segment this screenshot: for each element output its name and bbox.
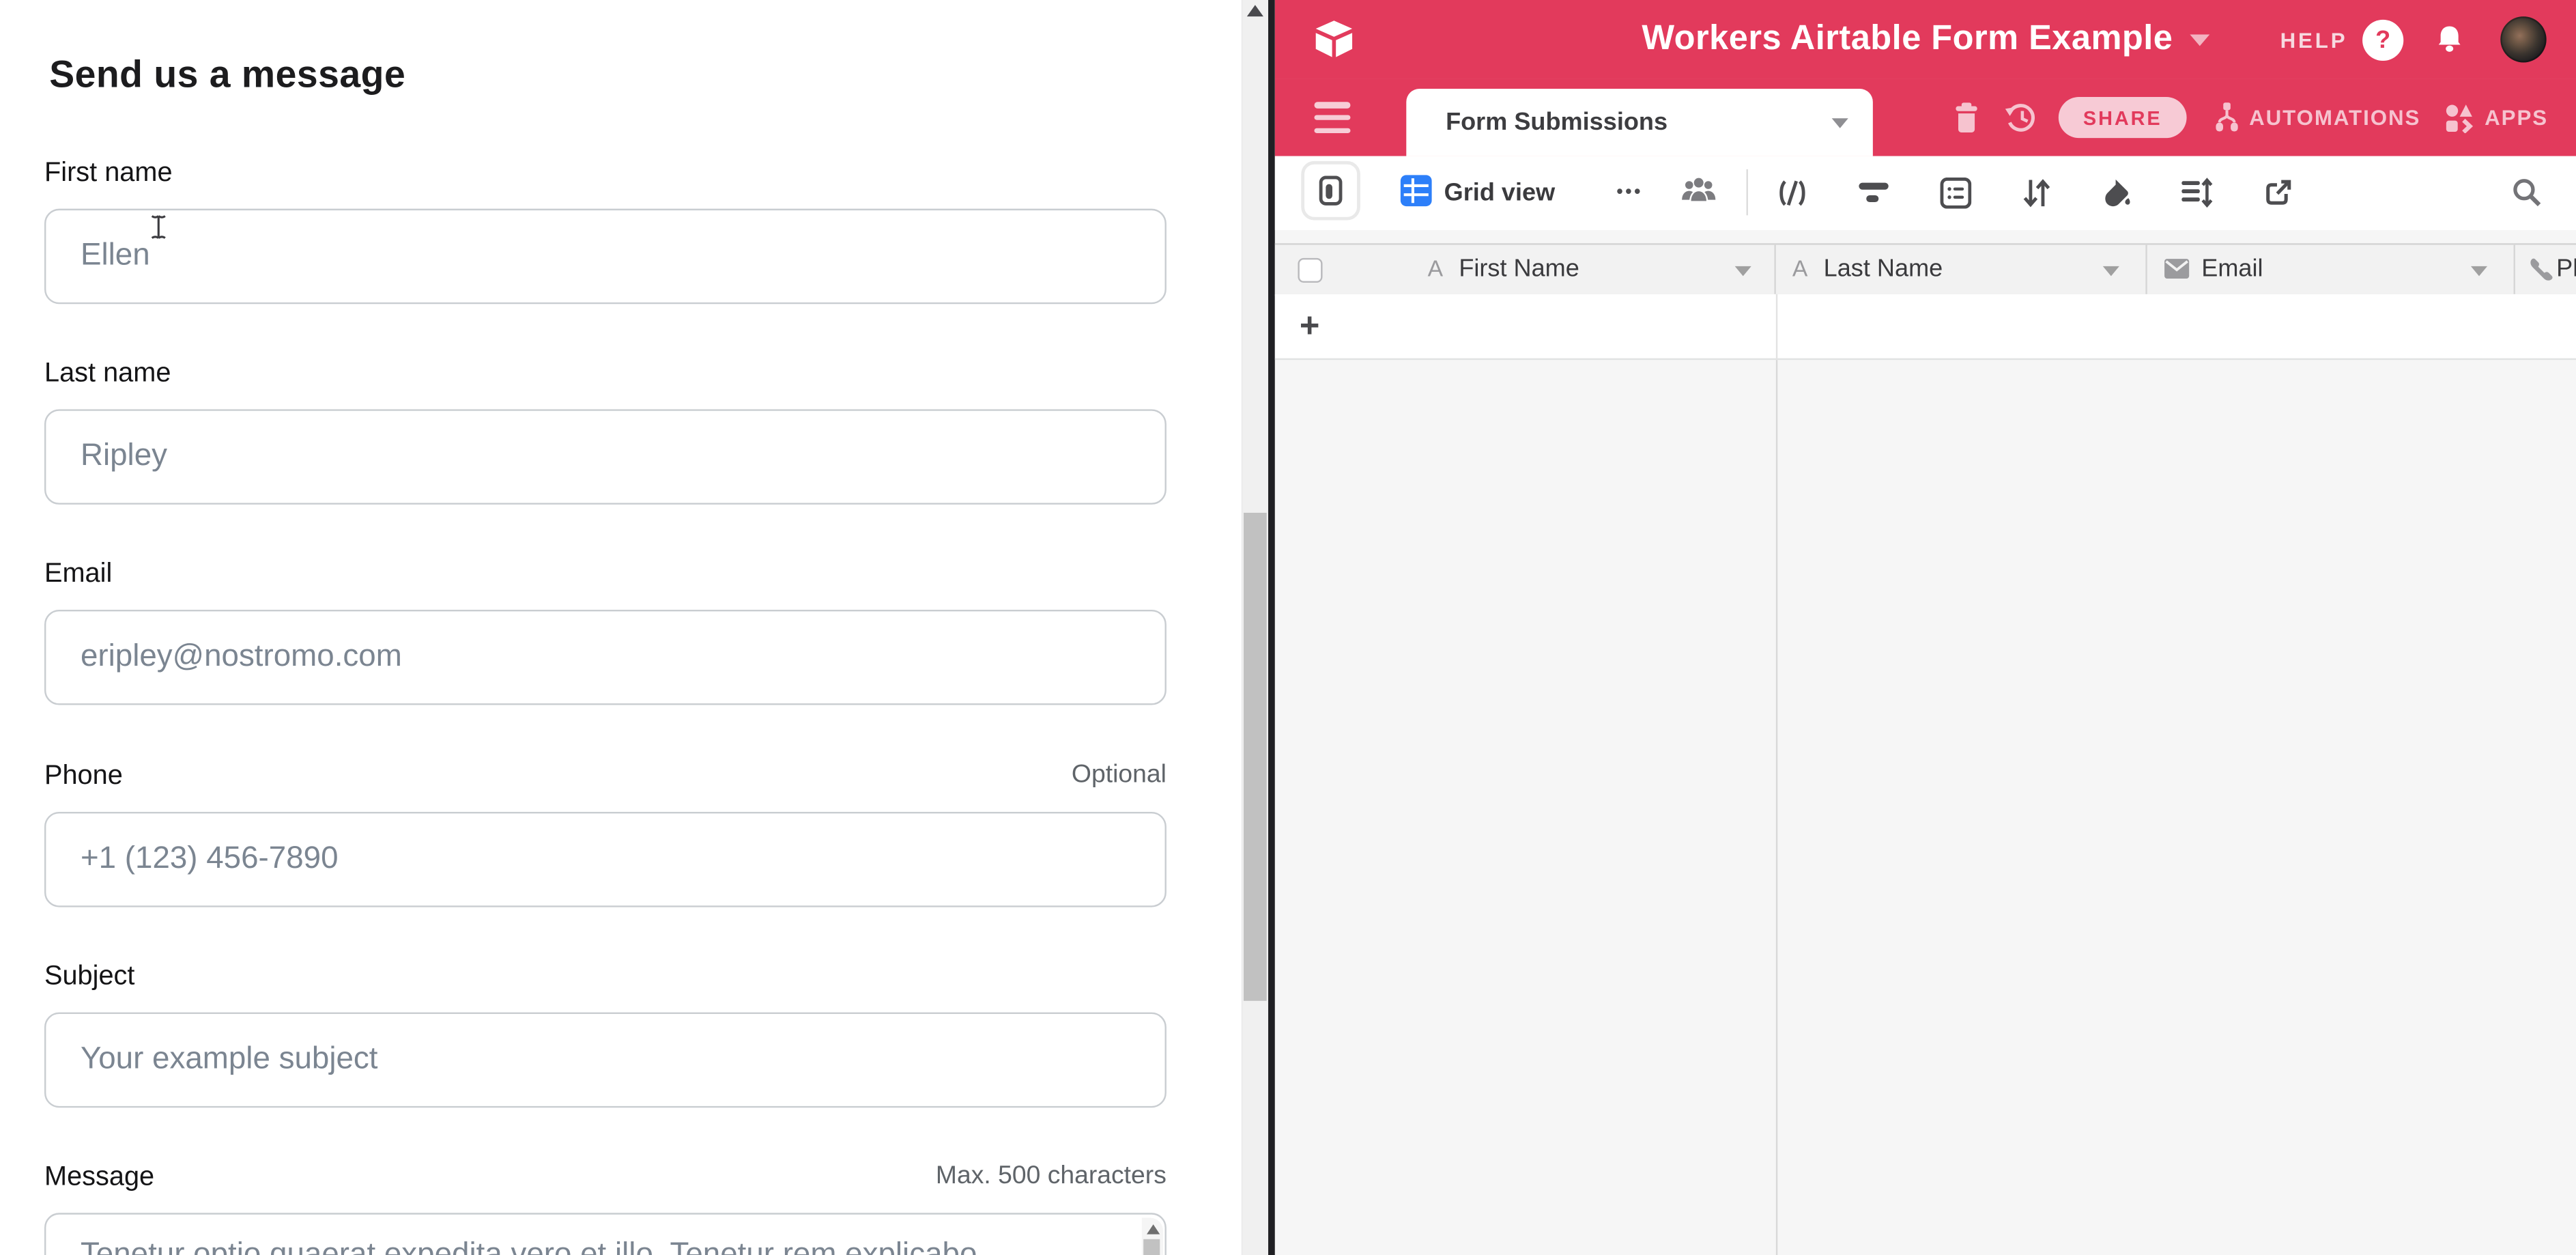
column-header-first-name[interactable]: A First Name (1275, 245, 1776, 294)
email-input[interactable] (44, 610, 1167, 705)
column-header-last-name[interactable]: A Last Name (1776, 245, 2147, 294)
form-heading: Send us a message (49, 53, 405, 97)
field-message: Message Max. 500 characters Tenetur opti… (44, 1162, 1167, 1255)
airtable-topbar: Workers Airtable Form Example HELP ? (1275, 0, 2576, 79)
tabbar-right-cluster: SHARE AUTOMATIONS (1954, 79, 2576, 156)
hide-fields-icon[interactable] (1776, 178, 1809, 209)
column-header-phone[interactable]: Phone (2515, 245, 2576, 294)
user-avatar[interactable] (2500, 16, 2546, 62)
row-height-icon[interactable] (2180, 178, 2213, 209)
view-more-options-button[interactable]: ••• (1616, 156, 1643, 230)
filter-icon[interactable] (1858, 178, 1889, 207)
field-subject: Subject (44, 961, 1167, 1108)
page-scroll-up-arrow-icon[interactable] (1247, 5, 1263, 16)
automations-button[interactable]: AUTOMATIONS (2249, 105, 2420, 130)
grid-header-row: A First Name A Last Name Email (1275, 243, 2576, 296)
tab-caret-icon[interactable] (1832, 118, 1848, 128)
message-scrollbar (1142, 1218, 1163, 1255)
group-icon[interactable] (1941, 178, 1972, 209)
email-label: Email (44, 559, 1167, 590)
page-scroll-thumb[interactable] (1244, 513, 1267, 1001)
last-name-input[interactable] (44, 409, 1167, 505)
share-view-icon[interactable] (2262, 178, 2293, 209)
view-toolbar: Grid view ••• (1275, 156, 2576, 230)
color-icon[interactable] (2101, 178, 2132, 209)
window-divider (1268, 0, 1275, 1255)
subject-input[interactable] (44, 1013, 1167, 1108)
toolbar-divider (1747, 169, 1748, 215)
tab-form-submissions[interactable]: Form Submissions (1406, 89, 1873, 156)
column-caret-icon[interactable] (2103, 266, 2119, 276)
column-caret-icon[interactable] (2471, 266, 2487, 276)
field-last-name: Last name (44, 358, 1167, 505)
message-scroll-thumb[interactable] (1143, 1239, 1160, 1255)
tab-label: Form Submissions (1446, 89, 1668, 156)
history-icon[interactable] (2004, 101, 2039, 134)
notifications-bell-icon[interactable] (2435, 24, 2464, 55)
trash-icon[interactable] (1954, 102, 1980, 133)
apps-button[interactable]: APPS (2485, 105, 2548, 130)
automations-icon[interactable] (2213, 102, 2241, 133)
column-label: Email (2201, 245, 2263, 294)
grid-view-icon (1400, 174, 1433, 207)
airtable-tabbar: Form Submissions (1275, 79, 2576, 156)
last-name-label: Last name (44, 358, 1167, 390)
add-row-plus-icon[interactable]: + (1300, 294, 1320, 360)
single-line-text-icon: A (1428, 254, 1443, 281)
collaborators-icon[interactable] (1679, 176, 1719, 206)
search-icon[interactable] (2512, 178, 2541, 207)
share-button[interactable]: SHARE (2059, 97, 2187, 138)
field-first-name: First name (44, 158, 1167, 304)
base-title[interactable]: Workers Airtable Form Example (1642, 20, 2173, 59)
message-scroll-up-arrow-icon[interactable] (1147, 1224, 1160, 1234)
column-divider-line (1776, 294, 1777, 360)
phone-optional-hint: Optional (1072, 761, 1167, 790)
column-divider-line (1776, 360, 1777, 1255)
airtable-pane: Workers Airtable Form Example HELP ? For… (1275, 0, 2576, 1255)
help-question-icon[interactable]: ? (2362, 19, 2403, 60)
screenshot-viewport: Send us a message First name Last name E… (0, 0, 2576, 1255)
message-textarea[interactable]: Tenetur optio quaerat expedita vero et i… (44, 1213, 1167, 1255)
field-email: Email (44, 559, 1167, 705)
select-all-checkbox[interactable] (1298, 257, 1322, 282)
page-scrollbar (1242, 0, 1269, 1255)
grid-view-button[interactable]: Grid view (1444, 156, 1556, 230)
first-name-label: First name (44, 158, 1167, 189)
base-title-caret-icon[interactable] (2189, 33, 2209, 45)
phone-label: Phone (44, 761, 1167, 792)
first-name-input[interactable] (44, 209, 1167, 305)
email-icon (2164, 258, 2190, 279)
column-header-email[interactable]: Email (2147, 245, 2515, 294)
apps-icon[interactable] (2445, 102, 2474, 132)
view-sidebar-toggle-button[interactable] (1301, 161, 1360, 221)
help-button[interactable]: HELP (2280, 27, 2348, 52)
add-row-button-row[interactable]: + (1275, 294, 2576, 360)
column-caret-icon[interactable] (1735, 266, 1751, 276)
sort-icon[interactable] (2022, 178, 2050, 209)
contact-form-pane: Send us a message First name Last name E… (0, 0, 1242, 1255)
sidebar-hamburger-icon[interactable] (1315, 102, 1351, 140)
single-line-text-icon: A (1792, 254, 1807, 281)
column-label: First Name (1459, 245, 1579, 294)
topbar-right-cluster: HELP ? (2280, 0, 2576, 79)
column-label: Last Name (1824, 245, 1943, 294)
message-max-hint: Max. 500 characters (936, 1162, 1167, 1191)
column-label: Phone (2556, 245, 2576, 294)
field-phone: Phone Optional (44, 761, 1167, 907)
subject-label: Subject (44, 961, 1167, 993)
phone-input[interactable] (44, 812, 1167, 907)
sidebar-toggle-icon (1319, 176, 1343, 206)
phone-icon (2528, 256, 2555, 283)
text-cursor-ibeam-icon (149, 214, 167, 240)
